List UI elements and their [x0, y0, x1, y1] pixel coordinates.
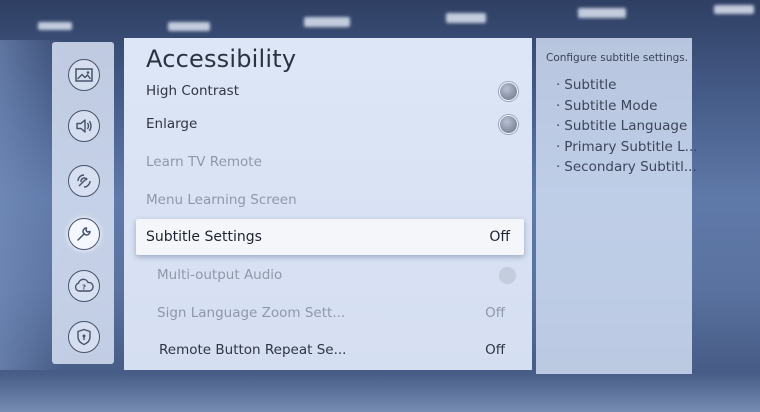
- accessibility-panel: High Contrast Accessibility Enlarge Lear…: [124, 38, 532, 370]
- list-item: Primary Subtitle L...: [556, 137, 697, 158]
- page-title: Accessibility: [146, 45, 297, 73]
- nav-picture-button[interactable]: [68, 59, 100, 91]
- menu-item-value: Off: [489, 229, 510, 245]
- background-light: [38, 22, 72, 30]
- background-glow: [0, 372, 760, 412]
- nav-privacy-button[interactable]: [68, 321, 100, 353]
- sound-icon: [76, 119, 92, 133]
- menu-item-menu-learning-screen[interactable]: Menu Learning Screen: [146, 187, 526, 213]
- background-light: [304, 17, 350, 27]
- list-item: Secondary Subtitl...: [556, 157, 698, 178]
- menu-item-label: Multi-output Audio: [157, 267, 283, 283]
- support-icon: ?: [74, 278, 94, 292]
- menu-item-label: Sign Language Zoom Sett...: [157, 305, 346, 321]
- menu-item-label: Menu Learning Screen: [146, 192, 297, 208]
- background-light: [578, 8, 626, 18]
- background-light: [446, 13, 486, 23]
- nav-broadcasting-button[interactable]: [68, 165, 100, 197]
- nav-support-button[interactable]: ?: [68, 270, 100, 302]
- menu-item-enlarge[interactable]: Enlarge: [146, 111, 526, 137]
- multi-output-audio-toggle[interactable]: [498, 265, 517, 285]
- list-item: Subtitle: [556, 75, 698, 96]
- description-heading: Configure subtitle settings.: [546, 52, 689, 64]
- list-item: Subtitle Language: [556, 116, 698, 137]
- menu-item-label: Enlarge: [146, 116, 198, 132]
- background-light: [714, 5, 754, 14]
- menu-item-value: Off: [485, 305, 505, 321]
- menu-item-label: Subtitle Settings: [146, 229, 262, 245]
- background-light: [168, 22, 210, 31]
- privacy-shield-icon: [77, 328, 91, 346]
- picture-icon: [75, 68, 93, 82]
- menu-item-learn-tv-remote[interactable]: Learn TV Remote: [146, 149, 526, 175]
- nav-general-button[interactable]: [68, 218, 100, 250]
- menu-item-remote-button-repeat[interactable]: Remote Button Repeat Se... Off: [159, 337, 509, 363]
- enlarge-toggle[interactable]: [499, 114, 518, 134]
- menu-item-value: Off: [485, 342, 505, 358]
- general-wrench-icon: [77, 227, 91, 241]
- menu-item-label: Remote Button Repeat Se...: [159, 342, 347, 358]
- description-list: Subtitle Subtitle Mode Subtitle Language…: [556, 75, 698, 178]
- high-contrast-toggle[interactable]: [499, 81, 518, 101]
- menu-item-subtitle-settings[interactable]: Subtitle Settings Off: [136, 219, 524, 255]
- menu-item-label: High Contrast: [146, 83, 240, 99]
- menu-item-label: Learn TV Remote: [146, 154, 262, 170]
- list-item: Subtitle Mode: [556, 96, 698, 117]
- nav-sound-button[interactable]: [68, 110, 100, 142]
- svg-text:?: ?: [82, 284, 86, 292]
- menu-item-high-contrast[interactable]: High Contrast: [146, 78, 526, 104]
- menu-item-multi-output-audio[interactable]: Multi-output Audio: [157, 262, 525, 288]
- settings-category-rail: ?: [52, 42, 114, 364]
- menu-item-sign-language-zoom[interactable]: Sign Language Zoom Sett... Off: [157, 300, 509, 326]
- description-panel: Configure subtitle settings. Subtitle Su…: [536, 38, 698, 374]
- broadcasting-icon: [77, 174, 91, 188]
